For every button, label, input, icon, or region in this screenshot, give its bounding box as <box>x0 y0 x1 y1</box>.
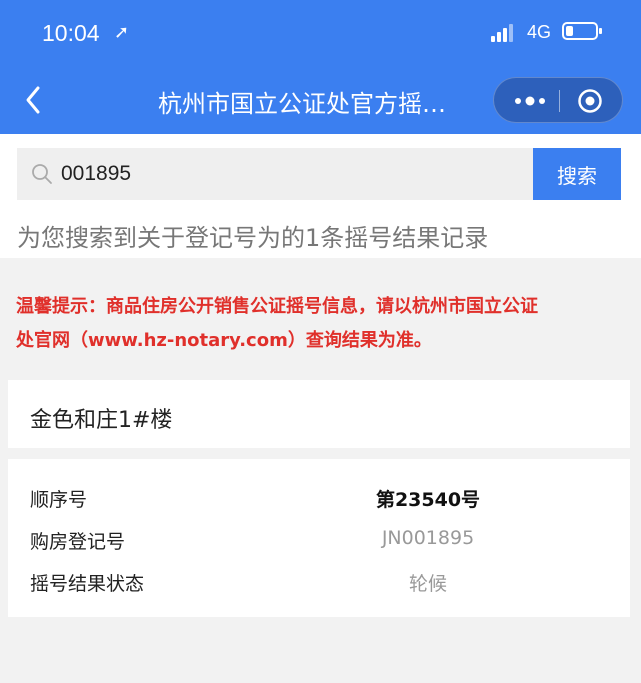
location-arrow-icon: ➚ <box>114 22 130 43</box>
detail-label: 购房登记号 <box>30 531 126 553</box>
mini-program-capsule <box>493 77 623 123</box>
detail-value: 第23540号 <box>375 489 481 511</box>
detail-row-registration: 购房登记号 JN001895 <box>8 523 630 553</box>
detail-value: JN001895 <box>381 527 475 549</box>
network-type: 4G <box>527 22 552 42</box>
status-bar: 10:04 ➚ 4G <box>0 0 641 66</box>
signal-icon <box>491 24 515 42</box>
result-count-note: 为您搜索到关于登记号为的1条摇号结果记录 <box>17 224 489 252</box>
more-icon[interactable] <box>510 90 550 112</box>
detail-label: 顺序号 <box>30 489 88 511</box>
project-name: 金色和庄1#楼 <box>30 408 173 433</box>
close-target-icon[interactable] <box>577 88 603 114</box>
detail-value: 轮候 <box>408 573 447 595</box>
page-title: 杭州市国立公证处官方摇… <box>158 90 446 118</box>
detail-row-status: 摇号结果状态 轮候 <box>8 565 630 595</box>
project-card[interactable]: 金色和庄1#楼 <box>8 380 630 448</box>
search-icon <box>32 164 52 184</box>
search-box <box>17 148 533 200</box>
back-icon[interactable] <box>20 82 50 118</box>
warm-tip: 温馨提示：商品住房公开销售公证摇号信息，请以杭州市国立公证 处官网（www.hz… <box>16 290 626 358</box>
detail-label: 摇号结果状态 <box>30 573 145 595</box>
search-input[interactable] <box>61 148 521 200</box>
status-time: 10:04 <box>42 20 100 46</box>
capsule-divider <box>559 90 560 112</box>
search-button[interactable]: 搜索 <box>533 148 621 200</box>
nav-bar: 杭州市国立公证处官方摇… <box>0 66 641 134</box>
result-detail-card: 顺序号 第23540号 购房登记号 JN001895 摇号结果状态 轮候 <box>8 459 630 617</box>
top-bar: 10:04 ➚ 4G 杭州市国立公证处官方摇… <box>0 0 641 134</box>
tip-line-1: 温馨提示：商品住房公开销售公证摇号信息，请以杭州市国立公证 <box>16 296 538 317</box>
search-area: 搜索 为您搜索到关于登记号为的1条摇号结果记录 <box>0 134 641 258</box>
battery-icon <box>562 22 602 40</box>
detail-row-order: 顺序号 第23540号 <box>8 481 630 511</box>
tip-line-2: 处官网（www.hz-notary.com）查询结果为准。 <box>16 330 432 351</box>
